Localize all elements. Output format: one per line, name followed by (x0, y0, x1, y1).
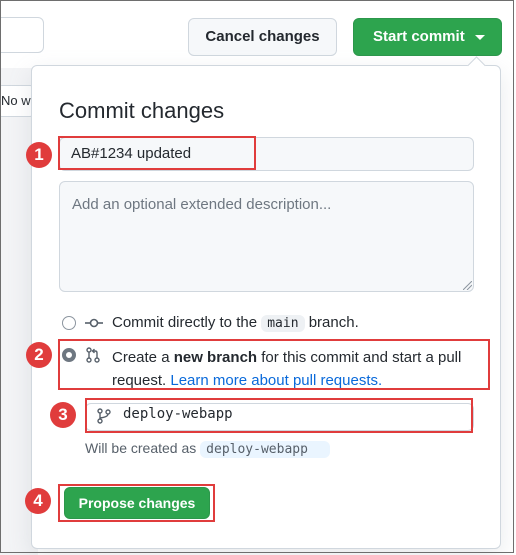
commit-directly-radio[interactable] (62, 316, 76, 330)
start-commit-button[interactable]: Start commit (353, 18, 502, 56)
extended-description-textarea[interactable]: Add an optional extended description... (59, 181, 474, 292)
callout-highlight-4 (58, 484, 215, 522)
callout-badge-3: 3 (50, 402, 76, 428)
callout-highlight-2 (58, 339, 490, 390)
dialog-title: Commit changes (59, 98, 225, 123)
callout-highlight-1 (58, 136, 256, 170)
start-commit-label: Start commit (373, 28, 465, 45)
created-as-note: Will be created as deploy-webapp (85, 440, 330, 458)
created-branch-code: deploy-webapp (200, 441, 330, 458)
commit-directly-label: Commit directly to the main branch. (112, 314, 359, 332)
background-input (0, 17, 44, 53)
main-branch-code: main (261, 315, 305, 332)
callout-badge-4: 4 (25, 488, 51, 514)
cancel-changes-button[interactable]: Cancel changes (188, 18, 337, 56)
callout-badge-1: 1 (26, 142, 52, 168)
callout-highlight-3 (85, 398, 473, 433)
git-commit-icon (85, 318, 103, 328)
caret-down-icon (475, 35, 485, 40)
commit-directly-suffix: branch. (308, 314, 359, 331)
callout-badge-2: 2 (26, 342, 52, 368)
resize-handle-icon[interactable] (463, 281, 472, 290)
created-as-prefix: Will be created as (85, 440, 197, 456)
commit-directly-prefix: Commit directly to the (112, 314, 258, 331)
